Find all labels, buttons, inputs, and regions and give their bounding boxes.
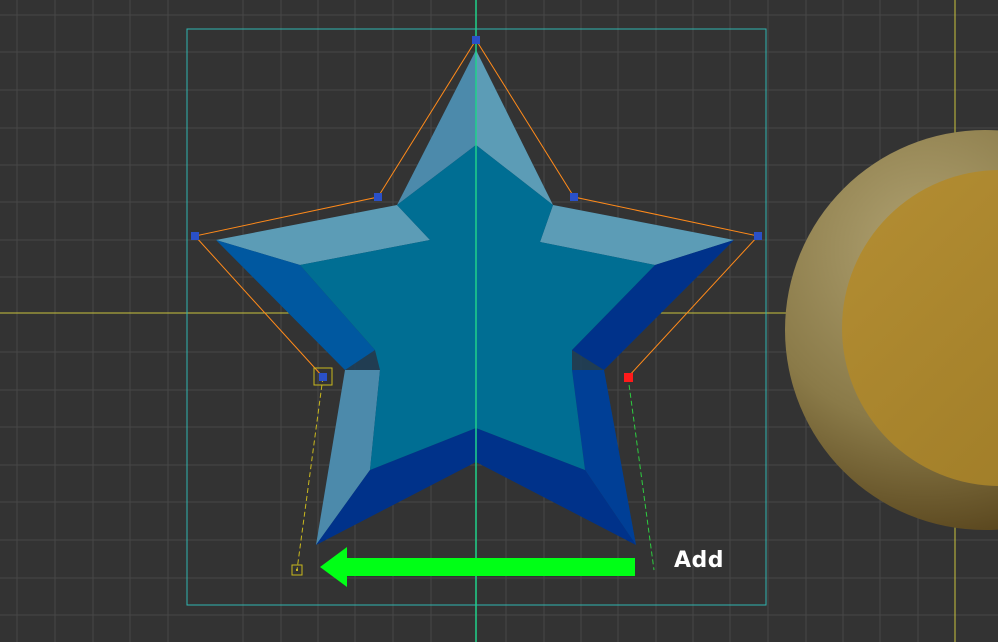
vertex-lower-right-inner-selected[interactable] bbox=[624, 373, 633, 382]
vertex-lower-left-inner[interactable] bbox=[319, 373, 327, 381]
scene-canvas[interactable] bbox=[0, 0, 998, 642]
bezier-handle-point-dot bbox=[296, 569, 298, 571]
vertex-left-tip[interactable] bbox=[191, 232, 199, 240]
add-label: Add bbox=[674, 548, 725, 573]
canvas-viewport[interactable]: Add bbox=[0, 0, 998, 642]
vertex-upper-right-inner[interactable] bbox=[570, 193, 578, 201]
vertex-top[interactable] bbox=[472, 36, 480, 44]
vertex-right-tip[interactable] bbox=[754, 232, 762, 240]
vertex-upper-left-inner[interactable] bbox=[374, 193, 382, 201]
arrow-shaft bbox=[345, 558, 635, 576]
